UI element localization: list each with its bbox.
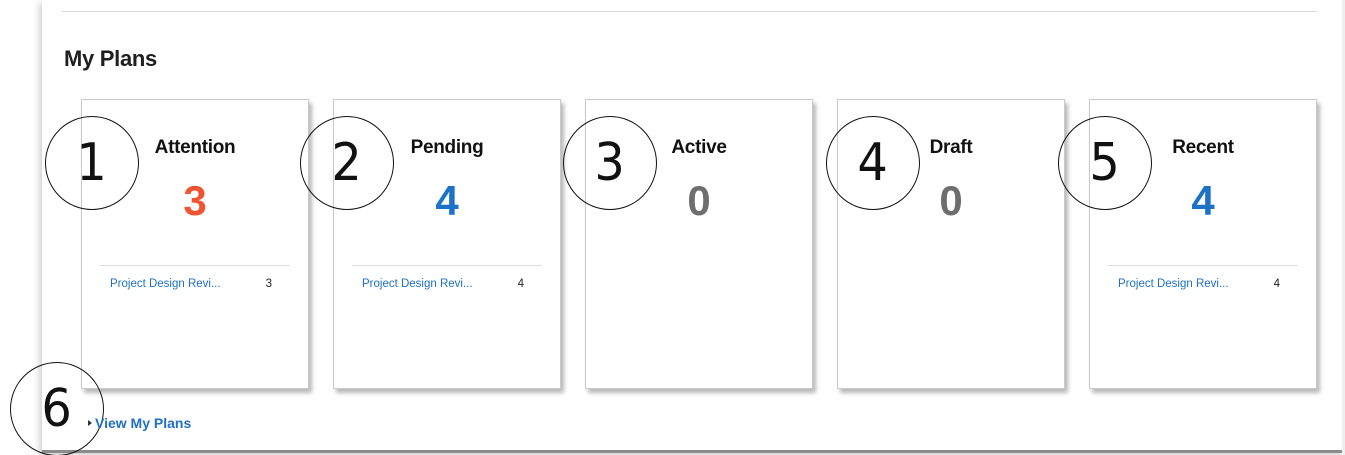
card-plan-row: Project Design Revi... 3 [110, 278, 272, 294]
plan-count: 4 [1273, 278, 1280, 290]
view-my-plans-link[interactable]: View My Plans [88, 414, 191, 432]
callout-marker-1: 1 [45, 116, 139, 210]
callout-marker-2: 2 [300, 116, 394, 210]
plan-link[interactable]: Project Design Revi... [1118, 278, 1229, 290]
caret-right-icon [88, 420, 92, 426]
card-divider [352, 265, 542, 266]
callout-marker-6: 6 [10, 362, 104, 455]
card-plan-row: Project Design Revi... 4 [1118, 278, 1280, 294]
callout-marker-3: 3 [563, 116, 657, 210]
callout-marker-4: 4 [826, 116, 920, 210]
card-divider [1108, 265, 1298, 266]
plan-count: 4 [517, 278, 524, 290]
top-divider [62, 11, 1317, 12]
view-my-plans-label: View My Plans [95, 415, 192, 431]
card-divider [100, 265, 290, 266]
callout-marker-5: 5 [1058, 116, 1152, 210]
plan-link[interactable]: Project Design Revi... [362, 278, 473, 290]
card-plan-row: Project Design Revi... 4 [362, 278, 524, 294]
section-title: My Plans [64, 46, 157, 71]
plan-link[interactable]: Project Design Revi... [110, 278, 221, 290]
plan-count: 3 [265, 278, 272, 290]
